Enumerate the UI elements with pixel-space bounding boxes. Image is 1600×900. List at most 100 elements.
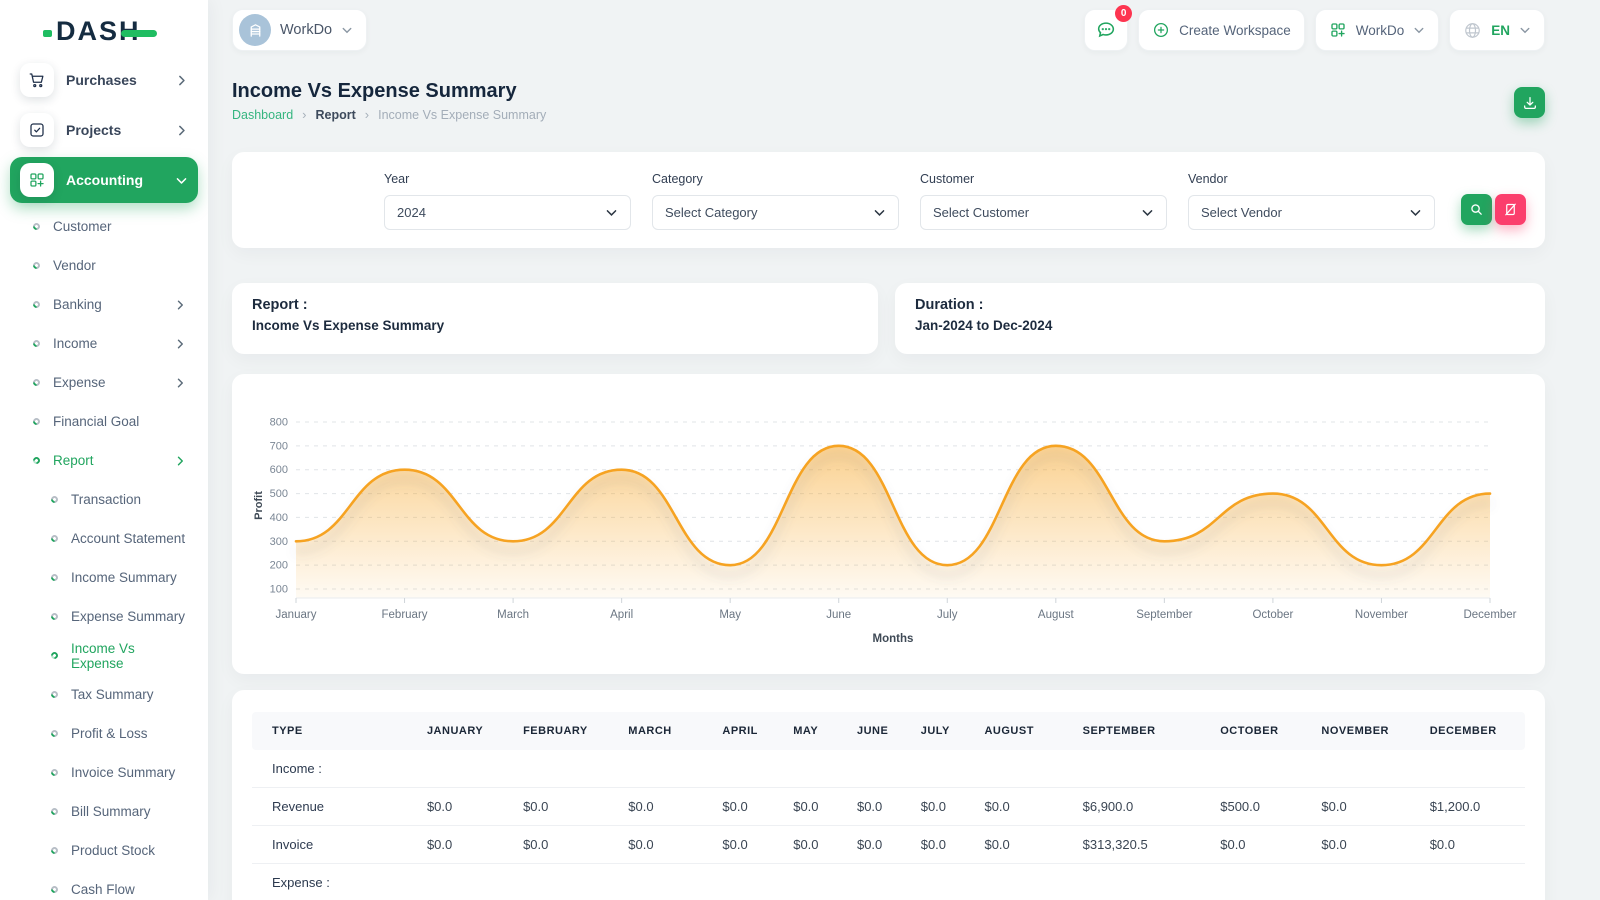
y-tick-label: 200	[270, 560, 288, 572]
sidebar-item-label: Purchases	[66, 72, 175, 88]
icon-box	[20, 163, 54, 197]
x-tick-label: June	[826, 609, 851, 621]
table-header-august: AUGUST	[974, 712, 1072, 750]
sidebar-item-income-summary[interactable]: Income Summary	[0, 558, 208, 597]
workspace-avatar	[239, 14, 271, 46]
download-icon	[1522, 95, 1538, 111]
logo-accent-bar	[121, 30, 157, 37]
sidebar-item-product-stock[interactable]: Product Stock	[0, 831, 208, 870]
sidebar-item-expense[interactable]: Expense	[0, 363, 208, 402]
sidebar-item-purchases[interactable]: Purchases	[10, 57, 198, 103]
sidebar-item-cash-flow[interactable]: Cash Flow	[0, 870, 208, 900]
grid-plus-icon	[28, 171, 46, 189]
sidebar-item-label: Transaction	[71, 492, 141, 507]
table-cell-type: Invoice	[252, 826, 417, 864]
sidebar-item-bill-summary[interactable]: Bill Summary	[0, 792, 208, 831]
table-header-row: TYPEJANUARYFEBRUARYMARCHAPRILMAYJUNEJULY…	[252, 712, 1525, 750]
bullet-icon	[50, 495, 60, 505]
sidebar-item-invoice-summary[interactable]: Invoice Summary	[0, 753, 208, 792]
sidebar-item-vendor[interactable]: Vendor	[0, 246, 208, 285]
table-cell-value: $0.0	[847, 788, 911, 826]
table-cell-value: $0.0	[417, 788, 513, 826]
chevron-down-icon	[605, 206, 618, 219]
breadcrumb-dashboard[interactable]: Dashboard	[232, 108, 293, 122]
table-cell-value: $0.0	[618, 826, 712, 864]
sidebar-item-tax-summary[interactable]: Tax Summary	[0, 675, 208, 714]
workspace-name: WorkDo	[280, 22, 332, 38]
icon-box	[20, 63, 54, 97]
table-header-june: JUNE	[847, 712, 911, 750]
bullet-icon	[32, 417, 42, 427]
app-logo[interactable]: DASH	[56, 16, 141, 47]
download-report-button[interactable]	[1514, 87, 1545, 118]
breadcrumb: Dashboard › Report › Income Vs Expense S…	[232, 107, 546, 122]
y-tick-label: 300	[270, 536, 288, 548]
logo-accent-dot	[43, 30, 52, 37]
sidebar-item-label: Vendor	[53, 258, 96, 273]
topbar: WorkDo 0 Create Workspace WorkDo	[232, 8, 1545, 52]
workdo-menu-button[interactable]: WorkDo	[1315, 9, 1440, 51]
bullet-icon	[32, 339, 42, 349]
year-select[interactable]: 2024	[384, 195, 631, 230]
vendor-select[interactable]: Select Vendor	[1188, 195, 1435, 230]
chevron-right-icon	[175, 124, 188, 137]
submenu-chevron	[174, 299, 186, 311]
create-workspace-button[interactable]: Create Workspace	[1138, 9, 1305, 51]
bullet-icon	[50, 690, 60, 700]
sidebar-item-profit-loss[interactable]: Profit & Loss	[0, 714, 208, 753]
sidebar-item-label: Income Summary	[71, 570, 177, 585]
sidebar-item-income[interactable]: Income	[0, 324, 208, 363]
chart-svg: 800700600500400300200100JanuaryFebruaryM…	[252, 388, 1528, 660]
breadcrumb-separator: ›	[365, 107, 369, 122]
table-header-september: SEPTEMBER	[1073, 712, 1211, 750]
sidebar-item-label: Profit & Loss	[71, 726, 148, 741]
vendor-label: Vendor	[1188, 172, 1435, 186]
table-cell-value: $0.0	[712, 826, 783, 864]
sidebar-item-label: Customer	[53, 219, 112, 234]
reset-filter-button[interactable]	[1495, 194, 1526, 225]
sidebar-item-label: Income	[53, 336, 97, 351]
table-header-may: MAY	[783, 712, 847, 750]
sidebar-item-projects[interactable]: Projects	[10, 107, 198, 153]
chevron-down-icon	[175, 174, 188, 187]
apply-filter-button[interactable]	[1461, 194, 1492, 225]
table-cell-value: $313,320.5	[1073, 826, 1211, 864]
sidebar-item-transaction[interactable]: Transaction	[0, 480, 208, 519]
chevron-right-icon	[175, 74, 188, 87]
table-cell-value: $0.0	[712, 788, 783, 826]
sidebar-item-expense-summary[interactable]: Expense Summary	[0, 597, 208, 636]
table-row-invoice: Invoice$0.0$0.0$0.0$0.0$0.0$0.0$0.0$0.0$…	[252, 826, 1525, 864]
workspace-switcher[interactable]: WorkDo	[232, 9, 367, 51]
create-workspace-label: Create Workspace	[1179, 23, 1291, 38]
sidebar-item-banking[interactable]: Banking	[0, 285, 208, 324]
category-select[interactable]: Select Category	[652, 195, 899, 230]
sidebar-item-label: Financial Goal	[53, 414, 139, 429]
clear-filter-icon	[1503, 202, 1518, 217]
table-header-october: OCTOBER	[1210, 712, 1311, 750]
sidebar-item-label: Tax Summary	[71, 687, 154, 702]
table-cell-value: $0.0	[1210, 826, 1311, 864]
sidebar-item-customer[interactable]: Customer	[0, 207, 208, 246]
table-cell-value: $0.0	[618, 788, 712, 826]
customer-select[interactable]: Select Customer	[920, 195, 1167, 230]
building-icon	[247, 22, 264, 39]
y-axis-title: Profit	[253, 491, 265, 520]
bullet-icon	[50, 573, 60, 583]
language-button[interactable]: EN	[1449, 9, 1545, 51]
messages-button[interactable]: 0	[1084, 9, 1128, 51]
year-field: Year 2024	[384, 172, 631, 230]
bullet-icon	[32, 456, 42, 466]
sidebar-item-financial-goal[interactable]: Financial Goal	[0, 402, 208, 441]
year-label: Year	[384, 172, 631, 186]
y-tick-label: 400	[270, 512, 288, 524]
breadcrumb-current: Income Vs Expense Summary	[378, 108, 546, 122]
report-info-title: Report :	[252, 297, 858, 313]
sidebar-item-income-vs-expense[interactable]: Income Vs Expense	[0, 636, 208, 675]
sidebar-item-report[interactable]: Report	[0, 441, 208, 480]
sidebar-item-account-statement[interactable]: Account Statement	[0, 519, 208, 558]
duration-info-value: Jan-2024 to Dec-2024	[915, 318, 1525, 333]
sidebar-item-accounting[interactable]: Accounting	[10, 157, 198, 203]
table-row-revenue: Revenue$0.0$0.0$0.0$0.0$0.0$0.0$0.0$0.0$…	[252, 788, 1525, 826]
table-header-december: DECEMBER	[1420, 712, 1525, 750]
breadcrumb-report[interactable]: Report	[316, 108, 356, 122]
